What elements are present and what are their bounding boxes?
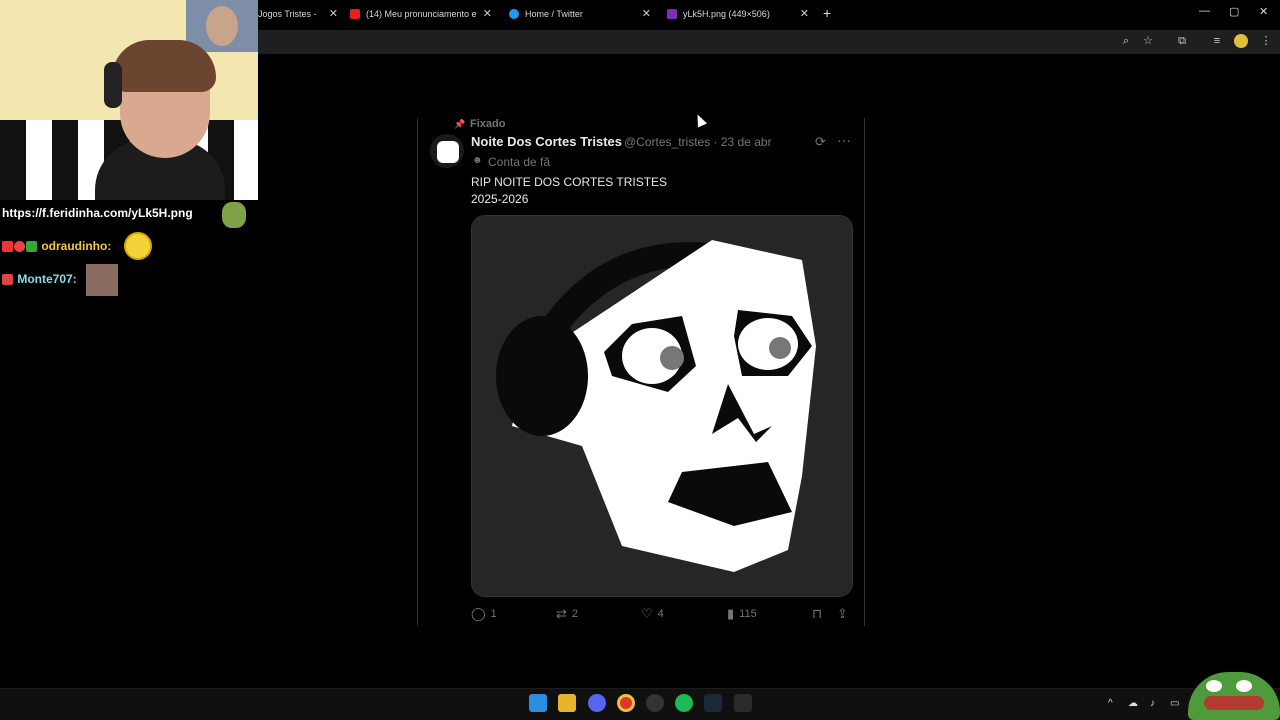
streamer-hair — [112, 40, 216, 92]
image-icon — [667, 9, 677, 19]
secondary-face — [206, 6, 238, 46]
cloud-icon[interactable]: ☁ — [1128, 698, 1138, 709]
reply-icon: ◯ — [471, 606, 486, 621]
turtle-emote-icon — [222, 202, 246, 228]
maximize-button[interactable]: ▢ — [1229, 5, 1239, 18]
close-icon[interactable]: ✕ — [329, 7, 338, 20]
tab-meu-pronunciamento[interactable]: (14) Meu pronunciamento e p ✕ — [350, 4, 492, 24]
bookmark-button[interactable]: ⊓ — [812, 606, 827, 622]
grok-icon[interactable]: ⟳ — [815, 134, 826, 150]
menu-icon[interactable]: ⋮ — [1259, 34, 1273, 48]
app-icon[interactable] — [734, 694, 752, 712]
badge-icon — [2, 241, 13, 253]
pepe-eye — [1236, 680, 1252, 692]
tab-twitter[interactable]: Home / Twitter ✕ — [509, 4, 651, 24]
avatar[interactable] — [430, 134, 464, 168]
extensions-icon[interactable]: ⧉ — [1175, 34, 1189, 48]
like-button[interactable]: ♡ 4 — [641, 606, 664, 622]
more-options-icon[interactable]: ··· — [837, 132, 851, 148]
pepe-mouth — [1204, 696, 1264, 710]
bookmark-star-icon[interactable]: ☆ — [1141, 34, 1155, 48]
tweet-text: RIP NOITE DOS CORTES TRISTES 2025-2026 — [471, 174, 667, 208]
theater-mask-icon: ☻ — [472, 155, 483, 166]
chat-message-text: https://f.feridinha.com/yLk5H.png — [2, 206, 193, 220]
network-icon[interactable]: ▭ — [1170, 698, 1179, 709]
chat-message-link: https://f.feridinha.com/yLk5H.png — [2, 206, 193, 220]
close-icon[interactable]: ✕ — [642, 7, 651, 20]
pepe-eye — [1206, 680, 1222, 692]
screen: Jogos Tristes - Yo ✕ (14) Meu pronunciam… — [0, 0, 1280, 720]
handle-and-date[interactable]: @Cortes_tristes · 23 de abr — [624, 135, 772, 149]
retweet-count: 2 — [571, 608, 579, 620]
tab-label: (14) Meu pronunciamento e p — [366, 9, 476, 19]
windows-start-icon[interactable] — [529, 694, 547, 712]
media-icon[interactable]: ≡ — [1210, 34, 1224, 48]
sub-badge-icon — [26, 241, 37, 253]
taskbar — [0, 688, 1280, 720]
twitter-icon — [509, 9, 519, 19]
retweet-icon: ⇄ — [556, 606, 567, 621]
close-icon[interactable]: ✕ — [483, 7, 492, 20]
spotify-icon[interactable] — [675, 694, 693, 712]
fan-account-label: Conta de fã — [488, 155, 551, 169]
tweet-text-line: 2025-2026 — [471, 192, 529, 206]
bookmark-icon: ⊓ — [812, 606, 823, 621]
tab-label: Jogos Tristes - Yo — [258, 9, 318, 19]
photo-emote-icon — [86, 264, 118, 296]
tweet-text-line: RIP NOITE DOS CORTES TRISTES — [471, 175, 668, 189]
views-icon: ▮ — [727, 606, 735, 621]
webcam-overlay — [0, 0, 258, 200]
share-button[interactable]: ⇪ — [837, 606, 853, 622]
chat-username: odraudinho: — [41, 239, 112, 253]
display-name[interactable]: Noite Dos Cortes Tristes — [471, 134, 622, 149]
views-button[interactable]: ▮ 115 — [727, 606, 757, 622]
tab-image[interactable]: yLk5H.png (449×506) ✕ — [667, 4, 809, 24]
tweet-image[interactable] — [471, 215, 853, 597]
reply-count: 1 — [490, 608, 497, 620]
profile-avatar-icon[interactable] — [1234, 34, 1248, 48]
skull-illustration — [472, 216, 852, 596]
minimize-button[interactable]: — — [1199, 5, 1210, 17]
heart-badge-icon — [14, 241, 25, 253]
like-count: 4 — [657, 608, 664, 620]
chat-message-odraudinho: odraudinho: — [2, 239, 111, 253]
close-icon[interactable]: ✕ — [800, 7, 809, 20]
tweet-card[interactable]: 📌 Fixado Noite Dos Cortes Tristes @Corte… — [417, 118, 865, 626]
obs-icon[interactable] — [646, 694, 664, 712]
tab-label: yLk5H.png (449×506) — [683, 9, 770, 19]
close-window-button[interactable]: ✕ — [1259, 5, 1268, 18]
heart-icon: ♡ — [641, 606, 653, 621]
pinned-label: Fixado — [470, 118, 506, 130]
tweet-actions: ◯ 1 ⇄ 2 ♡ 4 ▮ 115 ⊓ ⇪ — [471, 606, 853, 624]
tab-jogos-tristes[interactable]: Jogos Tristes - Yo ✕ — [258, 4, 338, 24]
headset-icon — [104, 62, 122, 108]
tray-chevron-icon[interactable]: ^ — [1108, 698, 1113, 709]
file-explorer-icon[interactable] — [558, 694, 576, 712]
tab-label: Home / Twitter — [525, 9, 583, 19]
retweet-button[interactable]: ⇄ 2 — [556, 606, 578, 622]
skull-avatar-icon — [437, 141, 459, 163]
pin-icon: 📌 — [454, 119, 466, 129]
chat-message-monte707: Monte707: — [2, 272, 77, 286]
chrome-icon[interactable] — [617, 694, 635, 712]
youtube-icon — [350, 9, 360, 19]
steam-icon[interactable] — [704, 694, 722, 712]
chat-username: Monte707: — [17, 272, 77, 286]
share-icon: ⇪ — [837, 606, 848, 621]
zoom-icon[interactable]: ⌕ — [1119, 34, 1133, 48]
thinking-emote-icon — [124, 232, 152, 260]
badge-icon — [2, 274, 13, 286]
discord-icon[interactable] — [588, 694, 606, 712]
reply-button[interactable]: ◯ 1 — [471, 606, 497, 622]
new-tab-button[interactable]: + — [823, 5, 831, 21]
microphone-icon[interactable]: ♪ — [1150, 698, 1155, 709]
view-count: 115 — [739, 608, 757, 620]
